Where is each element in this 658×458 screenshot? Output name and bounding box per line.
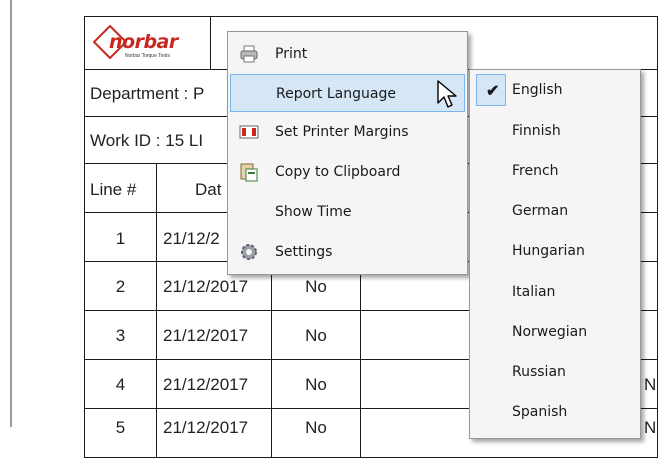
row-value: No [305,375,327,394]
menu-item-report-language[interactable]: Report Language [230,74,465,112]
row-date: 21/12/2017 [163,375,249,394]
gear-icon [241,244,257,260]
row-date: 21/12/2 [163,229,220,248]
language-label: Norwegian [512,324,588,340]
language-label: Spanish [512,404,568,420]
row-value: No [305,277,327,296]
language-label: German [512,203,569,219]
printer-icon [240,45,258,63]
row-value: No [305,326,327,345]
language-label: Italian [512,284,556,300]
row-line: 3 [115,326,126,345]
row-date: 21/12/2017 [163,277,249,296]
department-label: Department : P [90,84,205,103]
row-line: 1 [115,229,126,248]
logo: norbar Norbar Torque Tools [84,16,211,70]
menu-item-label: Print [275,46,308,62]
menu-item-label: Settings [275,244,333,260]
language-label: English [512,82,563,98]
context-menu: Print Report Language Set Printer Margin… [227,31,468,275]
language-label: French [512,163,559,179]
menu-item-print[interactable]: Print [230,35,465,73]
row-line: 4 [115,375,126,394]
row-value: No [305,418,327,437]
language-label: Finnish [512,123,561,139]
menu-item-copy-to-clipboard[interactable]: Copy to Clipboard [230,153,465,191]
menu-item-settings[interactable]: Settings [230,233,465,271]
row-extra: N [644,418,657,437]
clipboard-icon [240,163,258,182]
language-item-norwegian[interactable]: Norwegian [472,313,638,353]
row-line: 5 [115,418,126,437]
row-line: 2 [115,277,126,296]
mouse-pointer-icon [437,80,457,108]
language-item-german[interactable]: German [472,192,638,232]
language-label: Russian [512,364,566,380]
menu-item-label: Show Time [275,204,352,220]
logo-tagline: Norbar Torque Tools [125,53,170,59]
menu-item-show-time[interactable]: Show Time [230,193,465,231]
language-item-spanish[interactable]: Spanish [472,393,638,433]
menu-item-set-printer-margins[interactable]: Set Printer Margins [230,113,465,151]
row-date: 21/12/2017 [163,326,249,345]
row-extra: N [644,375,657,394]
row-date: 21/12/2017 [163,418,249,437]
language-item-english[interactable]: ✔ English [472,71,638,111]
work-id-label: Work ID : 15 LI [90,131,204,150]
header-date: Dat [195,180,222,199]
language-label: Hungarian [512,243,585,259]
language-item-french[interactable]: French [472,152,638,192]
header-line: Line # [90,180,137,199]
menu-item-label: Copy to Clipboard [275,164,401,180]
language-item-finnish[interactable]: Finnish [472,112,638,152]
language-item-italian[interactable]: Italian [472,273,638,313]
language-submenu: ✔ English Finnish French German Hungaria… [469,69,641,439]
margins-icon [239,125,259,139]
checkmark-icon: ✔ [476,74,506,106]
logo-wordmark: norbar [109,31,178,53]
menu-item-label: Report Language [276,86,396,102]
language-item-hungarian[interactable]: Hungarian [472,232,638,272]
language-item-russian[interactable]: Russian [472,353,638,393]
menu-item-label: Set Printer Margins [275,124,409,140]
